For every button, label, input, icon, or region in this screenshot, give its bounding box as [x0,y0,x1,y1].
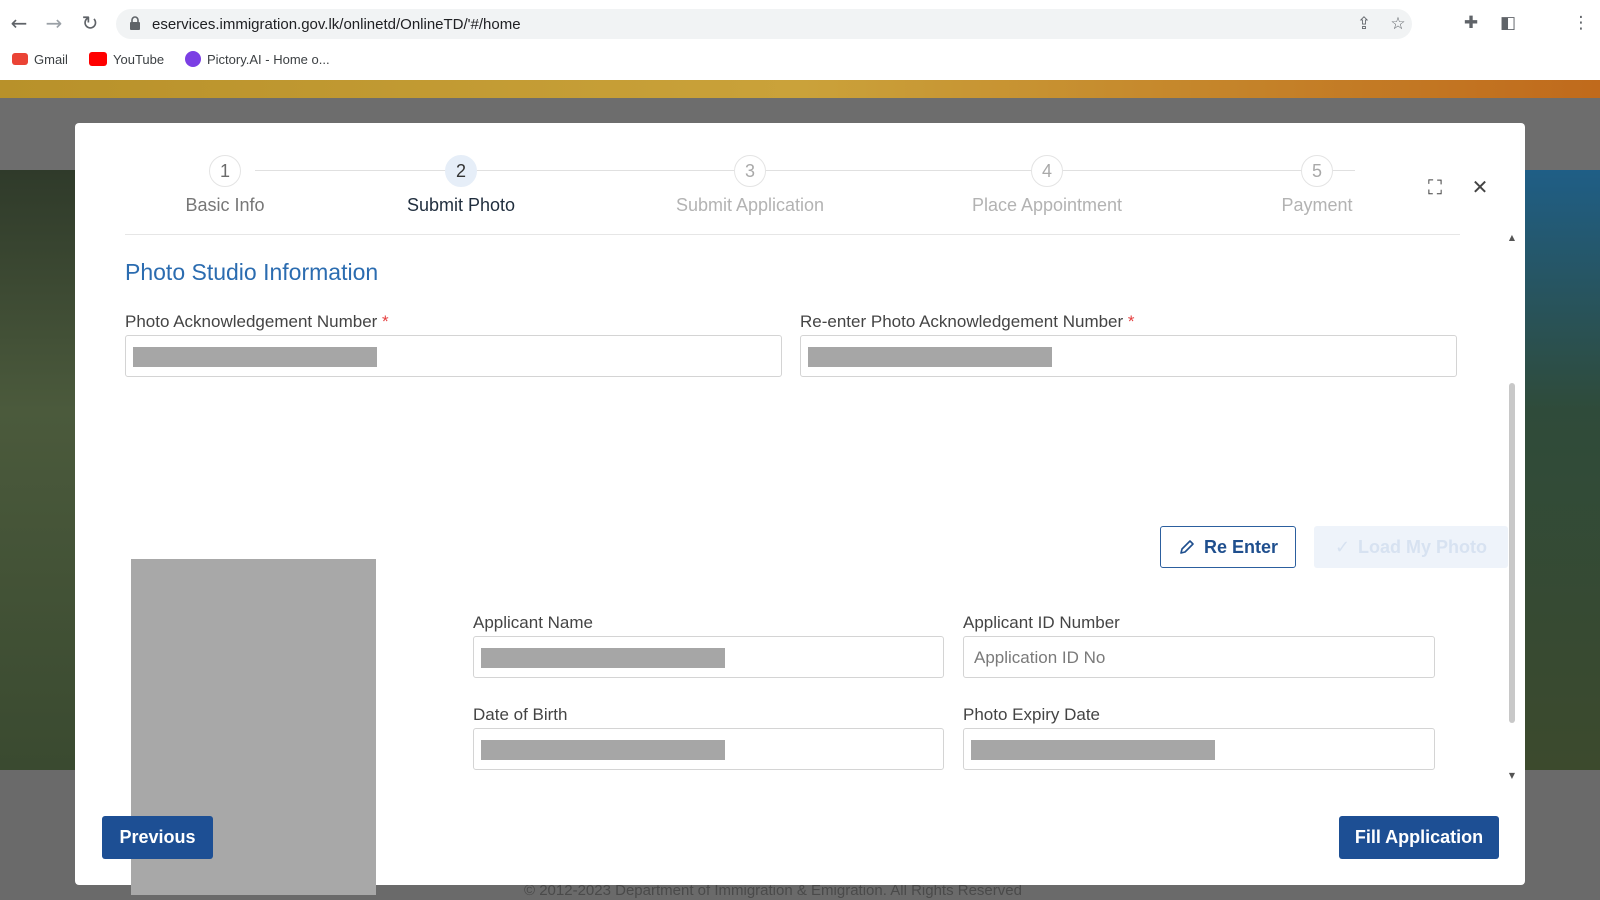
extensions-icon[interactable]: ✚ [1460,12,1482,34]
fill-application-button[interactable]: Fill Application [1339,816,1499,859]
photo-expiry-input[interactable] [963,728,1435,770]
ack-number-label: Photo Acknowledgement Number * [125,312,389,332]
step-label: Basic Info [185,195,265,215]
redacted-value [808,347,1052,367]
reenter-ack-number-label: Re-enter Photo Acknowledgement Number * [800,312,1135,332]
reenter-ack-number-input[interactable] [800,335,1457,377]
share-icon[interactable]: ⇪ [1354,14,1374,34]
close-icon[interactable]: ✕ [1468,175,1492,199]
pictory-icon [185,51,201,67]
bookmark-star-icon[interactable]: ☆ [1388,14,1408,34]
bookmark-label: Pictory.AI - Home o... [207,51,330,67]
step-number: 2 [445,155,477,187]
forward-icon[interactable]: → [41,10,67,36]
side-panel-icon[interactable]: ◧ [1497,12,1519,34]
bookmarks-bar: Gmail YouTube Pictory.AI - Home o... [0,46,1600,72]
browser-menu-icon[interactable]: ⋮ [1570,12,1592,34]
label-text: Re-enter Photo Acknowledgement Number [800,312,1124,331]
bookmark-label: Gmail [34,51,68,67]
applicant-id-input[interactable]: Application ID No [963,636,1435,678]
step-label: Place Appointment [971,195,1123,215]
gmail-icon [12,53,28,65]
redacted-value [133,347,377,367]
back-icon[interactable]: ← [6,10,32,36]
page-top-band [0,80,1600,98]
progress-stepper: 1 Basic Info 2 Submit Photo 3 Submit App… [125,155,1460,235]
step-number: 1 [209,155,241,187]
section-title: Photo Studio Information [125,259,379,285]
step-label: Submit Application [675,195,825,215]
placeholder-text: Application ID No [974,648,1106,667]
step-payment: 5 Payment [1217,155,1417,216]
step-submit-application: 3 Submit Application [650,155,850,216]
bookmark-pictory[interactable]: Pictory.AI - Home o... [185,49,330,69]
required-marker: * [1127,312,1135,331]
modal-content: Photo Studio Information Photo Acknowled… [125,253,1508,895]
modal-scrollbar[interactable]: ▲ ▼ [1507,233,1517,781]
re-enter-button[interactable]: Re Enter [1160,526,1296,568]
step-basic-info[interactable]: 1 Basic Info [125,155,325,216]
step-place-appointment: 4 Place Appointment [947,155,1147,216]
previous-button[interactable]: Previous [102,816,213,859]
pencil-icon [1180,540,1194,554]
bookmark-label: YouTube [113,51,165,67]
step-number: 3 [734,155,766,187]
step-number: 4 [1031,155,1063,187]
label-text: Photo Acknowledgement Number [125,312,378,331]
applicant-name-label: Applicant Name [473,613,594,632]
required-marker: * [382,312,389,331]
lock-icon [130,16,140,30]
step-submit-photo[interactable]: 2 Submit Photo [361,155,561,216]
step-label: Submit Photo [406,195,516,215]
applicant-id-label: Applicant ID Number [963,613,1120,632]
browser-chrome: ← → ↻ eservices.immigration.gov.lk/onlin… [0,0,1600,80]
dob-label: Date of Birth [473,705,568,724]
scroll-up-icon[interactable]: ▲ [1507,233,1517,243]
button-label: Re Enter [1203,536,1279,557]
bookmark-youtube[interactable]: YouTube [89,49,164,69]
youtube-icon [89,52,107,66]
button-label: Load My Photo [1358,536,1488,557]
maximize-icon[interactable]: ⛶ [1423,175,1447,199]
redacted-value [481,740,725,760]
applicant-name-input[interactable] [473,636,944,678]
bookmark-gmail[interactable]: Gmail [12,49,68,69]
reload-icon[interactable]: ↻ [77,10,103,36]
step-label: Payment [1281,195,1353,215]
url-text: eservices.immigration.gov.lk/onlinetd/On… [152,16,521,33]
photo-expiry-label: Photo Expiry Date [963,705,1101,724]
step-number: 5 [1301,155,1333,187]
redacted-value [971,740,1215,760]
ack-number-input[interactable] [125,335,782,377]
scroll-thumb[interactable] [1509,383,1515,723]
scroll-down-icon[interactable]: ▼ [1507,771,1517,781]
redacted-value [481,648,725,668]
address-bar[interactable]: eservices.immigration.gov.lk/onlinetd/On… [116,9,1412,39]
check-icon: ✓ [1334,536,1351,558]
application-modal: 1 Basic Info 2 Submit Photo 3 Submit App… [75,123,1525,895]
load-my-photo-button[interactable]: ✓ Load My Photo [1314,526,1508,568]
dob-input[interactable] [473,728,944,770]
